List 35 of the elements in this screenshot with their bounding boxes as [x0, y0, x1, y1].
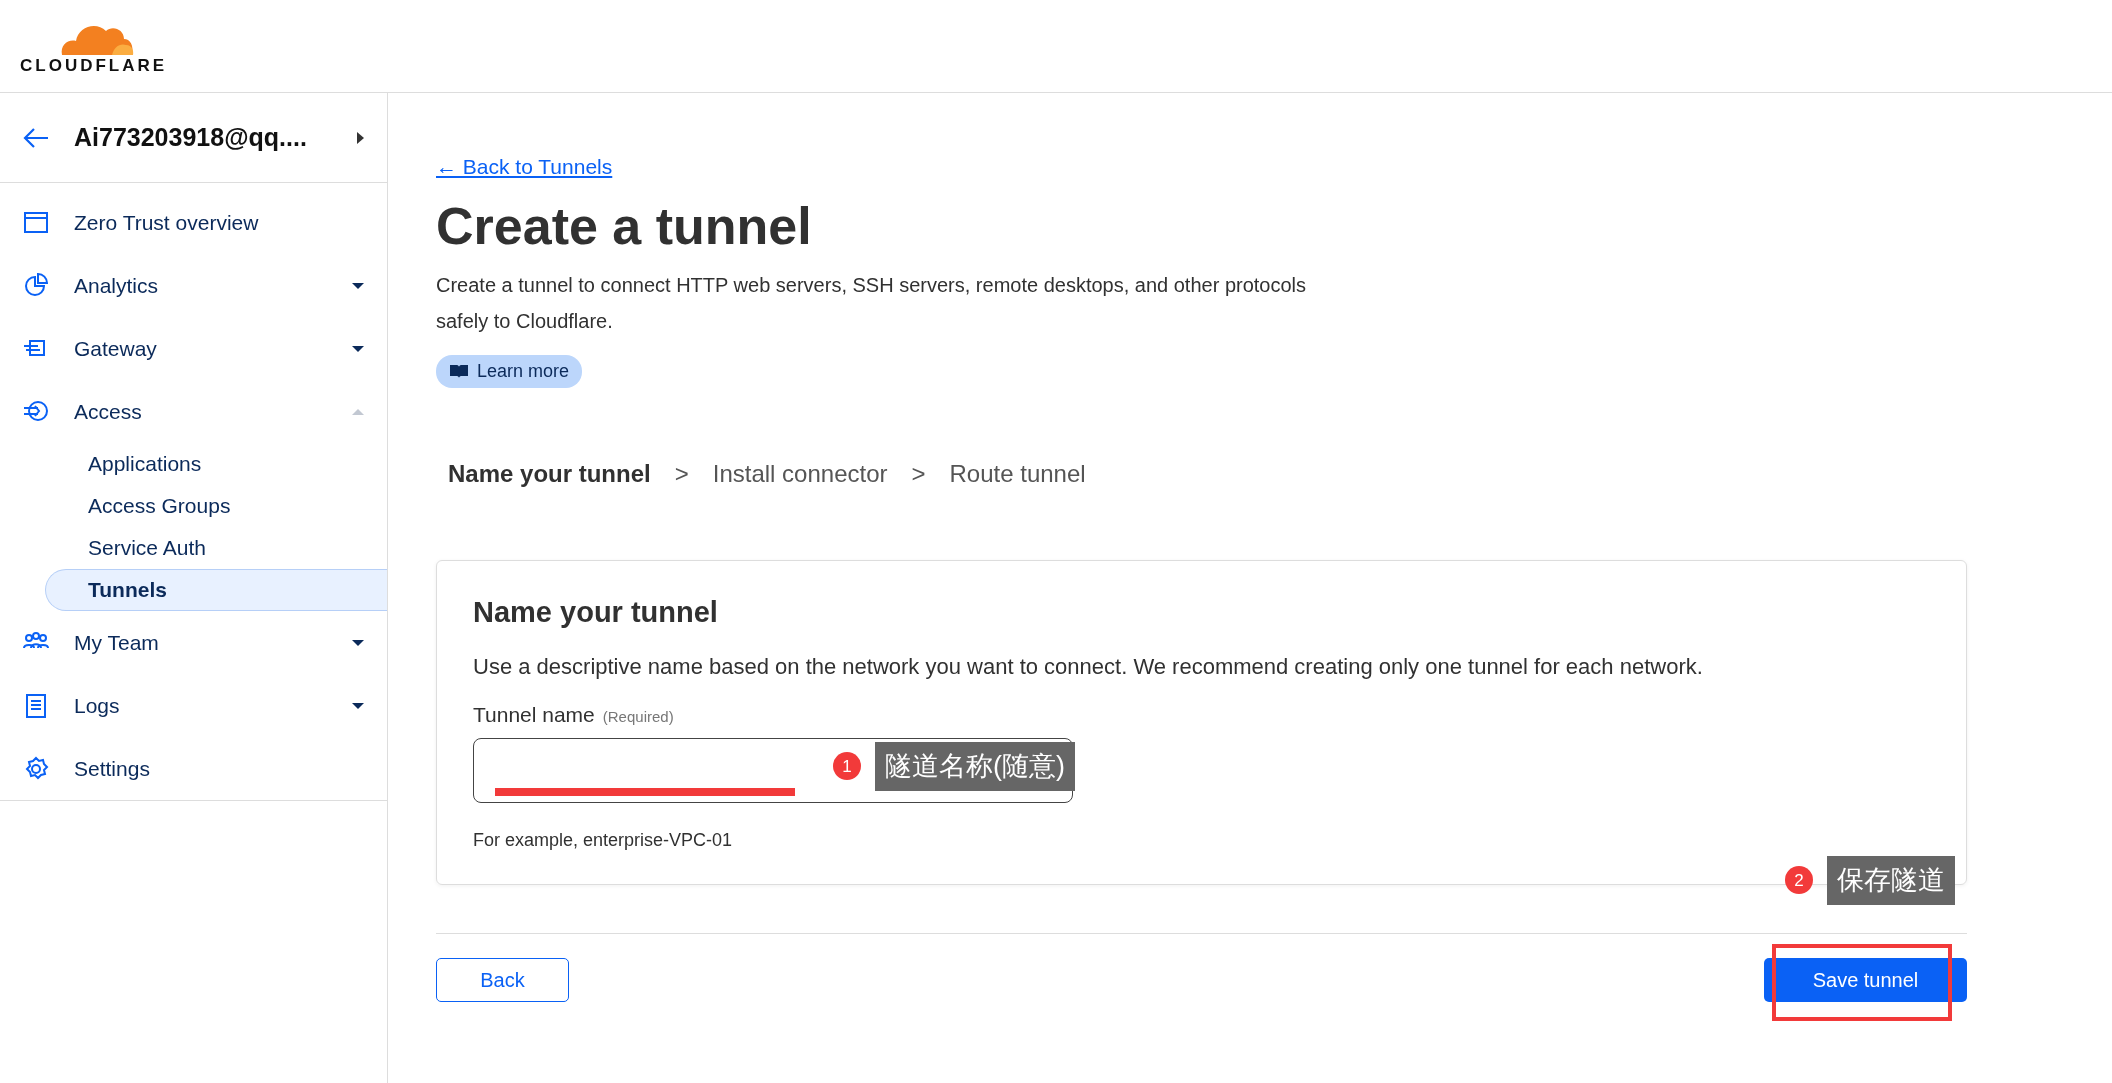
field-label: Tunnel name [473, 701, 595, 728]
back-arrow-icon[interactable] [22, 125, 50, 150]
wizard-step: Name your tunnel [448, 455, 651, 492]
sidebar-item[interactable]: My Team [0, 611, 387, 674]
required-note: (Required) [602, 706, 674, 727]
card-description: Use a descriptive name based on the network you want to connect. We recommend creating only one tunnel for each network. [473, 652, 1704, 681]
back-button[interactable]: Back [436, 958, 569, 1003]
sidebar-item[interactable]: Logs [0, 674, 387, 737]
sidebar-subitem[interactable]: Service Auth [45, 527, 387, 569]
account-name: Ai773203918@qq.... [74, 121, 308, 153]
sidebar-item[interactable]: Analytics [0, 254, 387, 317]
logo-wordmark: CLOUDFLARE [20, 56, 168, 74]
wizard-step: Route tunnel [949, 455, 1086, 492]
sidebar-item[interactable]: Gateway [0, 317, 387, 380]
sidebar-subitem[interactable]: Access Groups [45, 485, 387, 527]
step-separator: > [674, 458, 689, 489]
sidebar-item[interactable]: Settings [0, 737, 387, 800]
save-tunnel-button[interactable]: Save tunnel [1764, 958, 1967, 1003]
learn-more-button[interactable]: Learn more [436, 354, 583, 388]
page-title: Create a tunnel [436, 195, 813, 257]
annotation-tooltip: 保存隧道 [1827, 856, 1955, 905]
sidebar-item[interactable]: Access [0, 380, 387, 443]
card-title: Name your tunnel [473, 594, 719, 630]
wizard-step: Install connector [712, 455, 888, 492]
sidebar-subitem[interactable]: Applications [45, 443, 387, 485]
back-to-tunnels-link[interactable]: ← Back to Tunnels [436, 155, 613, 178]
step-separator: > [911, 458, 926, 489]
sidebar-item[interactable]: Zero Trust overview [0, 191, 387, 254]
book-icon [449, 363, 469, 380]
annotation-tooltip: 隧道名称(随意) [875, 742, 1075, 791]
sidebar-subitem[interactable]: Tunnels [45, 569, 387, 611]
caret-right-icon[interactable] [355, 130, 365, 145]
page-description: Create a tunnel to connect HTTP web servers, SSH servers, remote desktops, and other protocols safely to Cloudflare. [436, 272, 1308, 334]
field-hint: For example, enterprise-VPC-01 [473, 829, 734, 853]
step-number-badge: 2 [1785, 866, 1813, 895]
